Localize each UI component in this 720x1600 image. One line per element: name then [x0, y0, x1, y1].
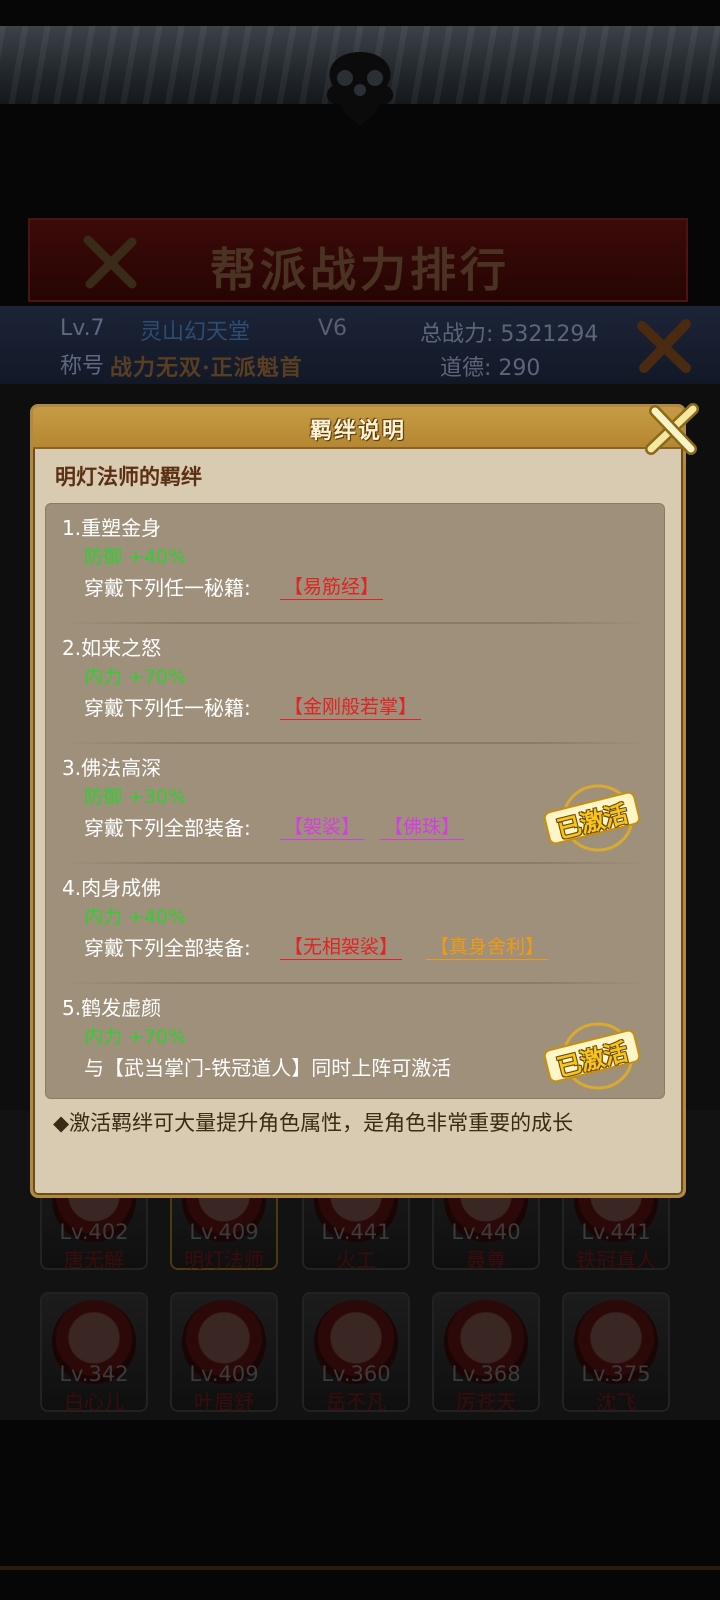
- hero-card[interactable]: Lv.342 白心儿: [40, 1292, 148, 1414]
- dialog-title: 羁绊说明: [309, 419, 406, 444]
- hero-card[interactable]: Lv.375 沈飞: [562, 1292, 670, 1414]
- hero-name: 白心儿: [64, 1390, 124, 1414]
- roof-banner: [0, 26, 720, 126]
- bond-item: 4.肉身成佛 内力 +40% 穿戴下列全部装备: 【无相袈裟】 【真身舍利】: [46, 866, 666, 986]
- divider: [62, 982, 650, 984]
- screen: 帮派战力排行 Lv.7 灵山幻天堂 V6 总战力: 5321294 称号 战力无…: [0, 0, 720, 1600]
- bond-name: 2.如来之怒: [62, 636, 162, 660]
- bond-name: 4.肉身成佛: [62, 876, 162, 900]
- divider: [62, 862, 650, 864]
- guild-rank-banner: 帮派战力排行: [28, 218, 688, 302]
- bond-item: 1.重塑金身 防御 +40% 穿戴下列任一秘籍: 【易筋经】: [46, 506, 666, 626]
- divider: [62, 622, 650, 624]
- bond-name: 5.鹤发虚颜: [62, 996, 162, 1020]
- bond-item: 2.如来之怒 内力 +70% 穿戴下列任一秘籍: 【金刚般若掌】: [46, 626, 666, 746]
- bond-item-link[interactable]: 【金刚般若掌】: [280, 692, 422, 720]
- player-title-badge: 战力无双·正派魁首: [110, 355, 303, 381]
- activated-stamp: 已激活: [542, 784, 642, 854]
- hero-name: 岳不凡: [326, 1390, 386, 1414]
- bond-requirement: 穿戴下列任一秘籍:: [84, 576, 251, 600]
- hero-level: Lv.342: [59, 1362, 129, 1386]
- divider: [62, 742, 650, 744]
- bond-name: 1.重塑金身: [62, 516, 162, 540]
- dialog-subtitle: 明灯法师的羁绊: [55, 465, 202, 489]
- hero-name: 铁冠真人: [576, 1248, 656, 1272]
- hero-level: Lv.402: [59, 1220, 129, 1244]
- player-level: Lv.7: [60, 316, 105, 341]
- dialog-header: 羁绊说明: [33, 407, 683, 449]
- player-power: 总战力: 5321294: [420, 322, 599, 347]
- hero-level: Lv.409: [189, 1362, 259, 1386]
- player-vip: V6: [318, 316, 348, 341]
- close-x-icon[interactable]: [632, 316, 696, 376]
- bond-item: 5.鹤发虚颜 内力 +70% 与【武当掌门-铁冠道人】同时上阵可激活 已激活: [46, 986, 666, 1106]
- hero-level: Lv.360: [321, 1362, 391, 1386]
- bond-item-link[interactable]: 【真身舍利】: [426, 932, 549, 960]
- hero-name: 厉苍天: [456, 1390, 516, 1414]
- hero-card[interactable]: Lv.409 叶眉舒: [170, 1292, 278, 1414]
- bond-item-link[interactable]: 【佛珠】: [380, 812, 465, 840]
- close-x-icon[interactable]: [641, 399, 703, 459]
- bond-effect: 内力 +70%: [84, 666, 187, 688]
- bond-requirement: 穿戴下列全部装备:: [84, 936, 251, 960]
- player-morality: 道德: 290: [440, 356, 541, 381]
- player-guild: 灵山幻天堂: [140, 320, 251, 345]
- bond-item-link[interactable]: 【无相袈裟】: [280, 932, 403, 960]
- bond-item: 3.佛法高深 防御 +30% 穿戴下列全部装备: 【袈裟】 【佛珠】 已激活: [46, 746, 666, 866]
- hero-level: Lv.368: [451, 1362, 521, 1386]
- hero-card[interactable]: Lv.368 厉苍天: [432, 1292, 540, 1414]
- bottom-divider: [0, 1566, 720, 1570]
- bond-item-link[interactable]: 【易筋经】: [280, 572, 384, 600]
- hero-level: Lv.441: [581, 1220, 651, 1244]
- player-title-label: 称号: [60, 354, 105, 379]
- dialog-footer-tip: ◆激活羁绊可大量提升角色属性，是角色非常重要的成长: [53, 1111, 574, 1135]
- hero-name: 唐无解: [64, 1248, 124, 1272]
- guild-rank-title: 帮派战力排行: [210, 243, 510, 297]
- bond-effect: 内力 +70%: [84, 1026, 187, 1048]
- hero-name: 明灯法师: [184, 1248, 264, 1272]
- bond-effect: 防御 +40%: [84, 546, 187, 568]
- hero-name: 沈飞: [596, 1390, 636, 1414]
- roof-emblem-icon: [326, 52, 394, 126]
- hero-level: Lv.441: [321, 1220, 391, 1244]
- hero-level: Lv.409: [189, 1220, 259, 1244]
- bond-requirement: 穿戴下列全部装备:: [84, 816, 251, 840]
- bond-requirement: 与【武当掌门-铁冠道人】同时上阵可激活: [84, 1056, 452, 1080]
- activated-stamp: 已激活: [542, 1022, 642, 1092]
- bond-effect: 内力 +40%: [84, 906, 187, 928]
- bond-list: 1.重塑金身 防御 +40% 穿戴下列任一秘籍: 【易筋经】 2.如来之怒 内力…: [45, 503, 665, 1099]
- bond-requirement: 穿戴下列任一秘籍:: [84, 696, 251, 720]
- hero-name: 火工: [336, 1248, 376, 1272]
- hero-name: 聂尊: [466, 1248, 506, 1272]
- bond-effect: 防御 +30%: [84, 786, 187, 808]
- bond-name: 3.佛法高深: [62, 756, 162, 780]
- hero-level: Lv.375: [581, 1362, 651, 1386]
- hero-card[interactable]: Lv.360 岳不凡: [302, 1292, 410, 1414]
- bond-item-link[interactable]: 【袈裟】: [280, 812, 365, 840]
- bond-dialog: 羁绊说明 明灯法师的羁绊 1.重塑金身 防御 +40% 穿戴下列任一秘籍: 【易…: [30, 403, 699, 1198]
- hero-level: Lv.440: [451, 1220, 521, 1244]
- hero-name: 叶眉舒: [194, 1390, 254, 1414]
- player-info-bar: Lv.7 灵山幻天堂 V6 总战力: 5321294 称号 战力无双·正派魁首 …: [0, 306, 720, 384]
